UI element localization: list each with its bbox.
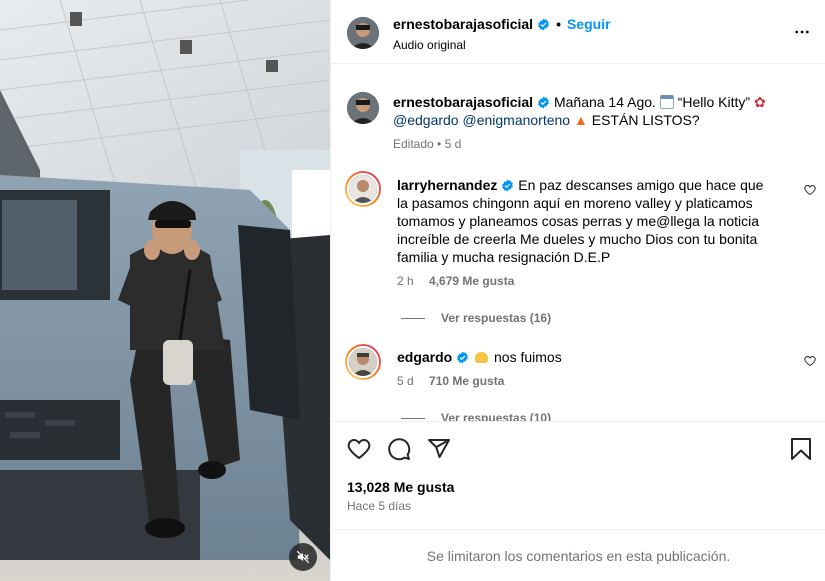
replies-divider-line [401, 317, 425, 319]
comment-author-avatar [347, 173, 379, 205]
comment-author-username[interactable]: larryhernandez [397, 177, 497, 193]
caption-time[interactable]: 5 d [445, 137, 462, 151]
share-icon[interactable] [427, 437, 451, 461]
post-modal: ernestobarajasoficial • Seguir Audio origi… [0, 0, 825, 581]
comment-avatar-ring[interactable] [345, 171, 381, 207]
caption-text-2: “Hello Kitty” [677, 94, 751, 110]
separator-dot: • [556, 16, 561, 32]
likes-count[interactable]: 13,028 Me gusta [347, 479, 454, 495]
author-username[interactable]: ernestobarajasoficial [393, 16, 533, 32]
comments-list[interactable]: ernestobarajasoficial Mañana 14 Ago. “He… [331, 65, 825, 421]
muted-speaker-icon [296, 550, 310, 564]
meta-separator: • [437, 137, 445, 151]
edited-label: Editado [393, 137, 434, 151]
verified-badge-icon [502, 179, 514, 192]
caption-text-3: ESTÁN LISTOS? [591, 112, 700, 128]
fire-emoji: ▲ [574, 112, 588, 128]
comment-likes[interactable]: 4,679 Me gusta [429, 274, 514, 288]
post-photo [0, 0, 330, 581]
caption-text-1: Mañana 14 Ago. [553, 94, 656, 110]
post-header: ernestobarajasoficial • Seguir Audio origi… [331, 0, 825, 64]
verified-badge-icon [457, 351, 469, 364]
caption-author-username[interactable]: ernestobarajasoficial [393, 94, 533, 110]
mute-toggle-button[interactable] [289, 543, 317, 571]
author-avatar[interactable] [347, 17, 379, 49]
view-replies-button[interactable]: Ver respuestas (10) [441, 411, 551, 421]
verified-badge-icon [538, 18, 549, 31]
heart-icon[interactable] [347, 437, 371, 461]
comment-author-username[interactable]: edgardo [397, 349, 452, 365]
verified-badge-icon [538, 96, 549, 109]
follow-button[interactable]: Seguir [567, 16, 611, 32]
comment-time[interactable]: 2 h [397, 274, 414, 288]
comment-time[interactable]: 5 d [397, 374, 414, 388]
comment-author-avatar [347, 346, 379, 378]
comments-limited-text: Se limitaron los comentarios en esta pub… [426, 547, 731, 564]
comment-avatar-ring[interactable] [345, 344, 381, 380]
more-options-icon[interactable] [794, 24, 810, 40]
replies-divider-line [401, 417, 425, 419]
comment-like-heart-icon[interactable] [804, 184, 816, 196]
post-details-panel: ernestobarajasoficial • Seguir Audio origi… [330, 0, 825, 581]
comment-likes[interactable]: 710 Me gusta [429, 374, 504, 388]
calendar-emoji [659, 95, 674, 109]
view-replies-button[interactable]: Ver respuestas (16) [441, 311, 551, 325]
comments-limited-notice: Se limitaron los comentarios en esta pub… [331, 529, 825, 581]
mention-enigmanorteno[interactable]: @enigmanorteno [462, 112, 570, 128]
post-media[interactable] [0, 0, 330, 581]
rose-emoji: ✿ [753, 94, 766, 110]
comment-icon[interactable] [387, 437, 411, 461]
post-actions: 13,028 Me gusta Hace 5 días [331, 421, 825, 529]
mention-edgardo[interactable]: @edgardo [393, 112, 459, 128]
comment-text: nos fuimos [494, 349, 562, 365]
caption-author-avatar[interactable] [347, 92, 379, 124]
raised-hands-emoji [475, 352, 489, 363]
audio-label[interactable]: Audio original [393, 38, 466, 52]
bookmark-icon[interactable] [790, 437, 812, 461]
comment-like-heart-icon[interactable] [804, 355, 816, 367]
post-date[interactable]: Hace 5 días [347, 499, 411, 513]
